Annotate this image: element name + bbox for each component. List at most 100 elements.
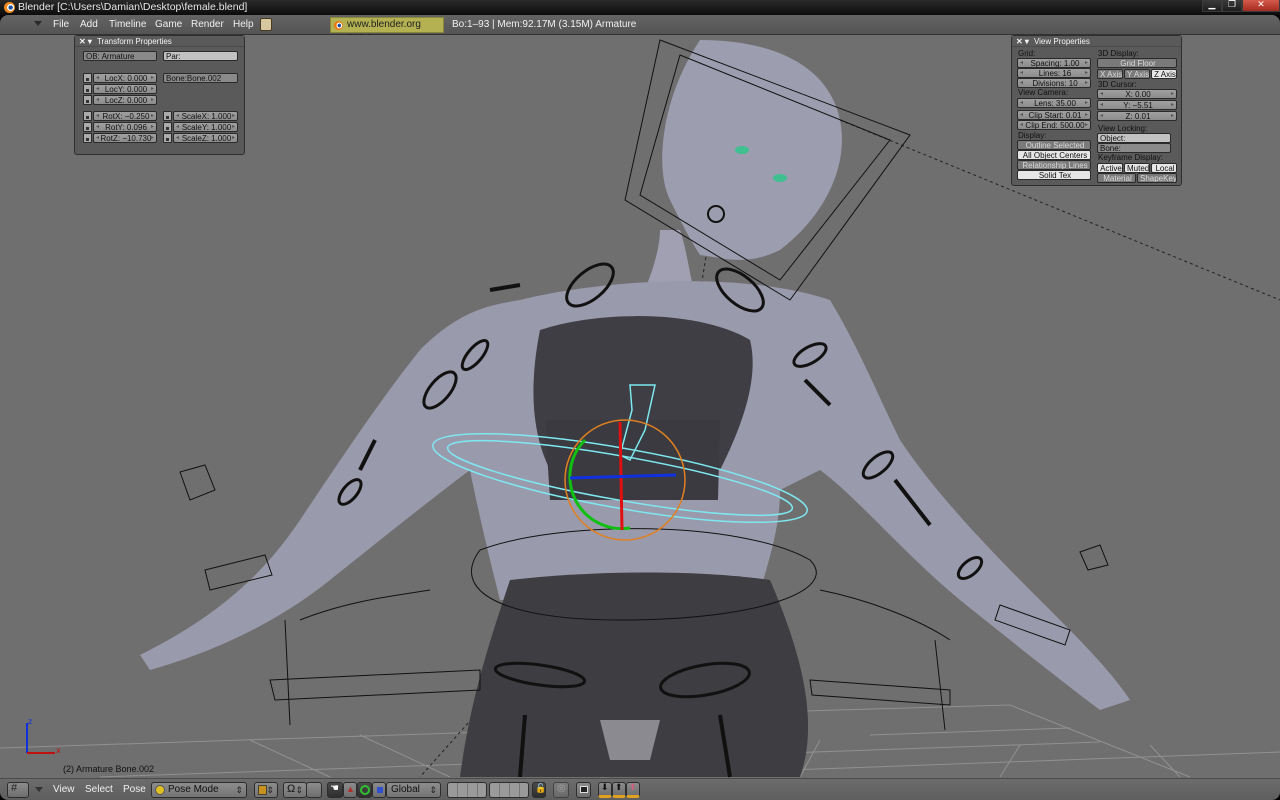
cursor-z-field[interactable]: Z: 0.01: [1097, 111, 1177, 121]
pivot-icon: Ω: [287, 783, 296, 795]
outline-selected-toggle[interactable]: Outline Selected: [1017, 140, 1091, 150]
lock-icon[interactable]: [83, 111, 92, 121]
lens-field[interactable]: Lens: 35.00: [1017, 98, 1091, 108]
solid-draw-icon: [258, 785, 267, 795]
draw-type-dropdown[interactable]: [254, 782, 278, 798]
lock-icon[interactable]: [163, 111, 172, 121]
clip-end-field[interactable]: Clip End: 500.00: [1017, 120, 1091, 130]
layer-buttons-group-2[interactable]: [489, 782, 529, 798]
scale-y-field[interactable]: ScaleY: 1.000: [173, 122, 238, 132]
blender-website-link[interactable]: www.blender.org 248.1: [330, 17, 444, 44]
copy-pose-button[interactable]: ⬇: [598, 782, 612, 798]
rot-x-field[interactable]: RotX: −0.250: [93, 111, 157, 121]
panel-header[interactable]: ✕ ▾ View Properties: [1012, 36, 1181, 47]
paste-pose-button[interactable]: ⬆: [612, 782, 626, 798]
view-camera-label: View Camera:: [1018, 88, 1069, 97]
x-axis-toggle[interactable]: X Axis: [1097, 69, 1123, 79]
close-panel-icon[interactable]: ✕ ▾: [79, 37, 92, 46]
grid-divisions-field[interactable]: Divisions: 10: [1017, 78, 1091, 88]
keyframe-active-toggle[interactable]: Active: [1097, 163, 1123, 173]
lock-layers-button[interactable]: 🔓: [532, 782, 546, 798]
cursor-y-field[interactable]: Y: −5.51: [1097, 100, 1177, 110]
header-collapse-arrow-icon[interactable]: [34, 21, 42, 26]
lock-icon[interactable]: [83, 122, 92, 132]
view-properties-panel: ✕ ▾ View Properties Grid: Spacing: 1.00 L…: [1011, 35, 1182, 186]
lock-icon[interactable]: [83, 84, 92, 94]
character-mesh: [140, 40, 1130, 777]
rot-z-field[interactable]: RotZ: −10.730: [93, 133, 157, 143]
close-panel-icon[interactable]: ✕ ▾: [1016, 37, 1029, 46]
translate-manipulator-button[interactable]: ▲: [343, 782, 357, 798]
lock-icon[interactable]: [83, 95, 92, 105]
menu-game[interactable]: Game: [155, 19, 182, 30]
lock-icon[interactable]: [163, 133, 172, 143]
pivot-dropdown[interactable]: Ω: [283, 782, 307, 798]
cursor-x-field[interactable]: X: 0.00: [1097, 89, 1177, 99]
y-axis-toggle[interactable]: Y Axis: [1124, 69, 1150, 79]
lock-object-field[interactable]: Object:: [1097, 133, 1171, 143]
menu-add[interactable]: Add: [80, 19, 98, 30]
scale-manipulator-button[interactable]: [372, 782, 386, 798]
render-preview-button[interactable]: [576, 782, 591, 798]
editor-type-button[interactable]: #: [7, 782, 29, 798]
orientation-dropdown[interactable]: Global: [386, 782, 441, 798]
arrow-down-icon: ⬇: [601, 782, 609, 792]
grid-floor-toggle[interactable]: Grid Floor: [1097, 58, 1177, 68]
layer-occlude-button[interactable]: [306, 782, 322, 798]
menu-timeline[interactable]: Timeline: [109, 19, 146, 30]
rot-y-field[interactable]: RotY: 0.096: [93, 122, 157, 132]
loc-y-field[interactable]: LocY: 0.000: [93, 84, 157, 94]
mode-dropdown[interactable]: Pose Mode: [151, 782, 247, 798]
3d-viewport[interactable]: z x ✕ ▾ Transform Properties OB: Armature…: [0, 35, 1280, 778]
menu-select[interactable]: Select: [85, 784, 113, 795]
3d-view-header: # View Select Pose Pose Mode Ω ☚ ▲ Globa…: [0, 778, 1280, 800]
parent-field[interactable]: Par:: [163, 51, 238, 61]
minimize-button[interactable]: ▁: [1202, 0, 1222, 12]
solid-tex-toggle[interactable]: Solid Tex: [1017, 170, 1091, 180]
collapse-arrow-icon[interactable]: [35, 787, 43, 792]
keyframe-material-toggle[interactable]: Material: [1097, 173, 1136, 183]
keyframe-shapekey-toggle[interactable]: ShapeKey: [1137, 173, 1177, 183]
lock-bone-field[interactable]: Bone:: [1097, 143, 1171, 153]
z-axis-toggle[interactable]: Z Axis: [1151, 69, 1177, 79]
padlock-icon: 🔓: [535, 783, 547, 793]
all-object-centers-toggle[interactable]: All Object Centers: [1017, 150, 1091, 160]
lock-icon[interactable]: [83, 133, 92, 143]
menu-pose[interactable]: Pose: [123, 784, 146, 795]
paste-flipped-pose-button[interactable]: ⬆: [626, 782, 640, 798]
lock-icon[interactable]: [163, 122, 172, 132]
grid-spacing-field[interactable]: Spacing: 1.00: [1017, 58, 1091, 68]
loc-x-field[interactable]: LocX: 0.000: [93, 73, 157, 83]
lock-icon[interactable]: [83, 73, 92, 83]
keyframe-local-toggle[interactable]: Local: [1151, 163, 1177, 173]
bone-name-field[interactable]: Bone:Bone.002: [163, 73, 238, 83]
panel-header[interactable]: ✕ ▾ Transform Properties: [75, 36, 244, 47]
menu-help[interactable]: Help: [233, 19, 254, 30]
keyframe-display-label: Keyframe Display:: [1098, 153, 1163, 162]
rotate-manipulator-button[interactable]: [357, 782, 372, 798]
close-button[interactable]: ✕: [1242, 0, 1280, 12]
transform-properties-panel: ✕ ▾ Transform Properties OB: Armature Par…: [74, 35, 245, 155]
3d-display-label: 3D Display:: [1098, 49, 1139, 58]
scene-stats: Bo:1–93 | Mem:92.17M (3.15M) Armature: [452, 19, 637, 30]
menu-view[interactable]: View: [53, 784, 75, 795]
loc-z-field[interactable]: LocZ: 0.000: [93, 95, 157, 105]
grid-lines-field[interactable]: Lines: 16: [1017, 68, 1091, 78]
layer-buttons-group-1[interactable]: [447, 782, 487, 798]
manipulator-toggle[interactable]: ☚: [327, 782, 343, 798]
menu-render[interactable]: Render: [191, 19, 224, 30]
panel-title: Transform Properties: [96, 37, 172, 46]
clip-start-field[interactable]: Clip Start: 0.01: [1017, 110, 1091, 120]
proportional-edit-button[interactable]: ◎: [553, 782, 569, 798]
square-icon: [377, 787, 383, 793]
relationship-lines-toggle[interactable]: Relationship Lines: [1017, 160, 1091, 170]
panel-title: View Properties: [1033, 37, 1090, 46]
screen-layout-icon[interactable]: [260, 18, 272, 31]
keyframe-muted-toggle[interactable]: Muted: [1124, 163, 1150, 173]
restore-button[interactable]: ❐: [1222, 0, 1242, 12]
menu-file[interactable]: File: [53, 19, 69, 30]
object-name-field[interactable]: OB: Armature: [83, 51, 157, 61]
viewport-status: (2) Armature Bone.002: [63, 764, 155, 774]
scale-z-field[interactable]: ScaleZ: 1.000: [173, 133, 238, 143]
scale-x-field[interactable]: ScaleX: 1.000: [173, 111, 238, 121]
